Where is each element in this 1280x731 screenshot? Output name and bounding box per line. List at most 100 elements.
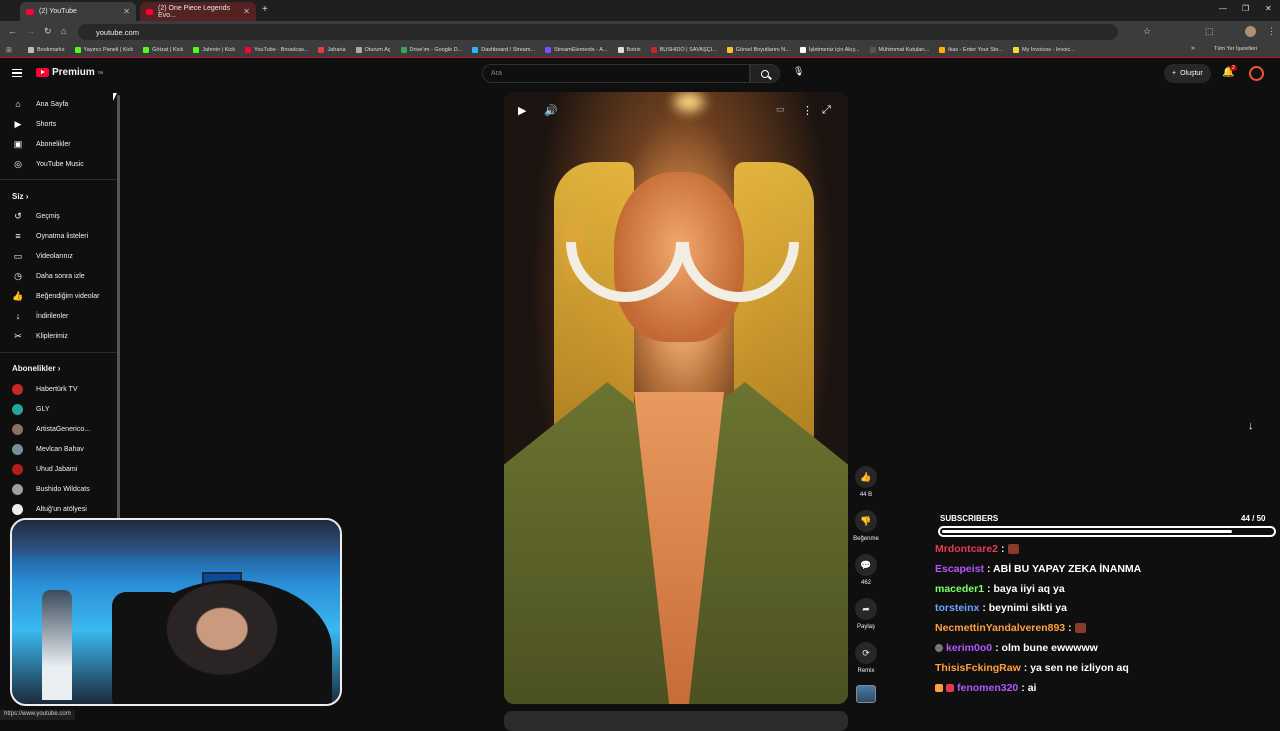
- close-window-icon[interactable]: ✕: [1265, 4, 1272, 13]
- sidebar-scrollbar[interactable]: [117, 95, 120, 525]
- short-action-share[interactable]: ➦ Paylaş: [851, 598, 881, 630]
- new-tab-icon[interactable]: +: [262, 4, 268, 15]
- chat-message: NecmettinYandalveren893:: [935, 622, 1086, 634]
- close-tab-icon[interactable]: ✕: [123, 7, 130, 16]
- sidebar-item[interactable]: ▶ Shorts: [0, 114, 118, 134]
- bookmark-item[interactable]: YouTube - Broadcas...: [245, 46, 308, 53]
- bookmark-item[interactable]: Drive'ım - Google D...: [400, 46, 462, 53]
- play-icon[interactable]: ▶: [518, 104, 526, 117]
- minimize-icon[interactable]: —: [1219, 4, 1227, 13]
- chat-text: : olm bune ewwwww: [995, 642, 1098, 654]
- short-action-like[interactable]: 👍 44 B: [851, 466, 881, 498]
- all-bookmarks-folder[interactable]: Tüm Yer İşaretleri: [1214, 46, 1257, 52]
- sidebar-item[interactable]: 👍 Beğendiğim videolar: [0, 286, 118, 306]
- bookmark-label: Yayıncı Paneli | Kick: [83, 46, 134, 53]
- bookmark-item[interactable]: StreamElements - A...: [545, 46, 608, 53]
- close-tab-icon[interactable]: ✕: [243, 7, 250, 16]
- browser-tab-youtube[interactable]: (2) YouTube ✕: [20, 2, 136, 21]
- next-short-preview[interactable]: [504, 711, 848, 731]
- sidebar-channel[interactable]: Bushido Wildcats: [0, 479, 118, 499]
- bookmark-star-icon[interactable]: ☆: [1143, 26, 1151, 37]
- menu-icon[interactable]: [12, 69, 22, 77]
- extensions-icon[interactable]: ⬚: [1205, 26, 1214, 37]
- more-options-icon[interactable]: ⋮: [802, 104, 813, 117]
- remix-icon: ⟳: [855, 642, 877, 664]
- sidebar-channel[interactable]: GLY: [0, 399, 118, 419]
- sidebar-item[interactable]: ↺ Geçmiş: [0, 206, 118, 226]
- sidebar-subscriptions-heading[interactable]: Abonelikler ›: [12, 364, 60, 373]
- bookmark-label: Jahrein | Kick: [202, 46, 236, 53]
- address-bar[interactable]: youtube.com: [78, 24, 1118, 40]
- sidebar-item-label: Beğendiğim videolar: [36, 292, 100, 300]
- browser-status-url: https://www.youtube.com: [0, 710, 75, 720]
- mic-icon[interactable]: 🎙: [793, 66, 804, 77]
- maximize-icon[interactable]: ❐: [1242, 4, 1249, 13]
- chat-text: : ai: [1021, 681, 1037, 694]
- sidebar-item[interactable]: ✂ Kliplerimiz: [0, 326, 118, 346]
- bookmark-item[interactable]: Mühimmat Kutuları...: [869, 46, 929, 53]
- bookmark-item[interactable]: BUSHIDO | SAVAŞÇI...: [650, 46, 717, 53]
- bookmark-item[interactable]: Oturum Aç: [355, 46, 391, 53]
- browser-menu-icon[interactable]: ⋮: [1267, 26, 1276, 37]
- browser-tab-onepiece[interactable]: (2) One Piece Legends Evo... ✕: [140, 2, 256, 21]
- sidebar-you-heading[interactable]: Siz ›: [12, 192, 28, 201]
- short-action-dislike[interactable]: 👎 Beğenme: [851, 510, 881, 542]
- chat-username: torsteinx: [935, 602, 980, 615]
- sidebar-item-label: İndirilenler: [36, 312, 69, 320]
- search-button[interactable]: [750, 64, 780, 83]
- bookmark-item[interactable]: Dashboard / Stream...: [472, 46, 535, 53]
- channel-name: Habertürk TV: [36, 385, 78, 393]
- bookmark-item[interactable]: Jaharia: [318, 46, 346, 53]
- more-bookmarks-icon[interactable]: »: [1191, 45, 1195, 52]
- forward-icon[interactable]: →: [26, 26, 35, 36]
- next-short-arrow-icon[interactable]: ↓: [1248, 420, 1254, 432]
- profile-avatar[interactable]: [1245, 26, 1256, 37]
- bookmark-item[interactable]: Yayıncı Paneli | Kick: [74, 46, 134, 53]
- captions-icon[interactable]: ▭: [776, 104, 785, 115]
- sidebar-item[interactable]: ≡ Oynatma listeleri: [0, 226, 118, 246]
- short-action-label: 44 B: [859, 492, 873, 498]
- chat-username: fenomen320: [957, 681, 1019, 694]
- search-input[interactable]: Ara: [482, 64, 750, 83]
- bookmark-item[interactable]: Bookmarks: [28, 46, 65, 53]
- sidebar-item[interactable]: ⌂ Ana Sayfa: [0, 94, 118, 114]
- home-browser-icon[interactable]: ⌂: [61, 26, 66, 36]
- youtube-logo[interactable]: Premium TR: [36, 67, 103, 78]
- sidebar-channel[interactable]: Uhud Jabami: [0, 459, 118, 479]
- sidebar-item[interactable]: ↓ İndirilenler: [0, 306, 118, 326]
- create-button[interactable]: + Oluştur: [1164, 64, 1211, 83]
- sidebar-item[interactable]: ◷ Daha sonra izle: [0, 266, 118, 286]
- bookmark-item[interactable]: My Invoices - Invoic...: [1012, 46, 1075, 53]
- bookmark-item[interactable]: İşletmeniz için Akıy...: [799, 46, 860, 53]
- short-action-comment[interactable]: 💬 462: [851, 554, 881, 586]
- bookmark-label: İşletmeniz için Akıy...: [808, 46, 860, 53]
- bookmark-item[interactable]: ikas - Enter Your Sto...: [939, 46, 1003, 53]
- sidebar-channel[interactable]: Habertürk TV: [0, 379, 118, 399]
- sidebar-channel[interactable]: Mevlcan Bahav: [0, 439, 118, 459]
- volume-icon[interactable]: 🔊: [544, 104, 558, 117]
- account-avatar[interactable]: [1249, 66, 1264, 81]
- bookmark-label: Botrix: [626, 46, 641, 53]
- sidebar-item[interactable]: ◎ YouTube Music: [0, 154, 118, 174]
- short-action-remix[interactable]: ⟳ Remix: [851, 642, 881, 674]
- remix-thumbnail[interactable]: [856, 685, 876, 703]
- chat-message: fenomen320: ai: [935, 682, 1036, 694]
- bookmark-item[interactable]: Jahrein | Kick: [193, 46, 236, 53]
- sidebar-channel[interactable]: Altuğ'un atölyesi: [0, 499, 118, 519]
- apps-icon[interactable]: ⊞: [6, 46, 12, 54]
- bookmark-item[interactable]: Götzat | Kick: [143, 46, 183, 53]
- reload-icon[interactable]: ↻: [44, 26, 52, 37]
- tab-label: (2) YouTube: [39, 8, 77, 15]
- bookmark-item[interactable]: Görsel Boyutlarını N...: [726, 46, 790, 53]
- back-icon[interactable]: ←: [8, 26, 17, 36]
- plus-icon: +: [1172, 70, 1177, 77]
- fullscreen-icon[interactable]: ⤢: [822, 104, 831, 117]
- clips-icon: ✂: [14, 330, 22, 341]
- sidebar-item[interactable]: ▣ Abonelikler: [0, 134, 118, 154]
- sidebar-item[interactable]: ▭ Videolarınız: [0, 246, 118, 266]
- sidebar-channel[interactable]: ArtistaGenerico...: [0, 419, 118, 439]
- short-video-player[interactable]: ▶ 🔊 ▭ ⋮ ⤢: [504, 92, 848, 704]
- bookmark-favicon-icon: [193, 46, 200, 53]
- bookmark-item[interactable]: Botrix: [617, 46, 641, 53]
- bookmark-list: Bookmarks Yayıncı Paneli | Kick Götzat | K…: [28, 46, 1085, 53]
